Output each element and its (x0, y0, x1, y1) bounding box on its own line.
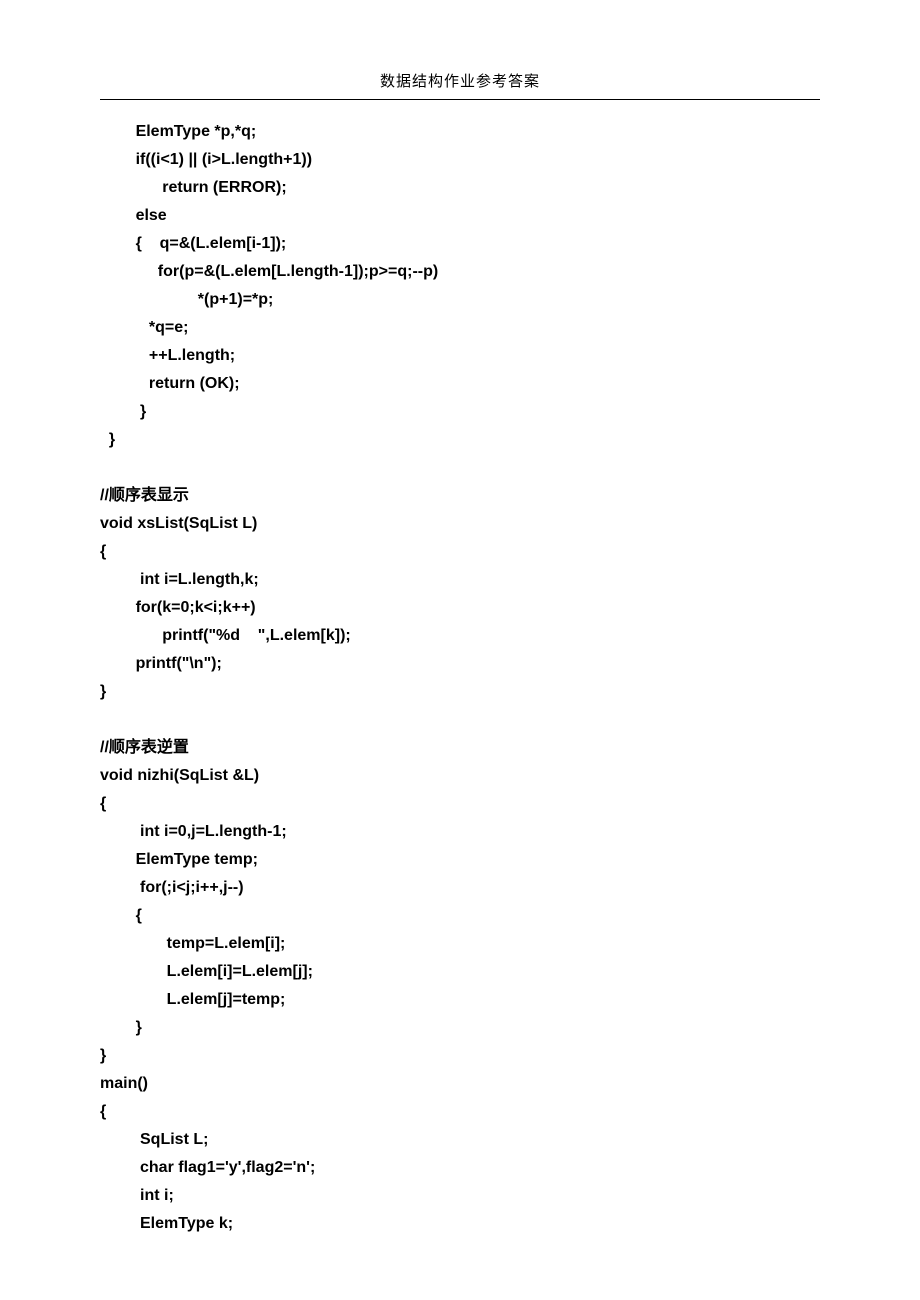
page-header: 数据结构作业参考答案 (100, 70, 820, 100)
code-block: ElemType *p,*q; if((i<1) || (i>L.length+… (100, 118, 820, 1238)
document-page: 数据结构作业参考答案 ElemType *p,*q; if((i<1) || (… (0, 0, 920, 1300)
